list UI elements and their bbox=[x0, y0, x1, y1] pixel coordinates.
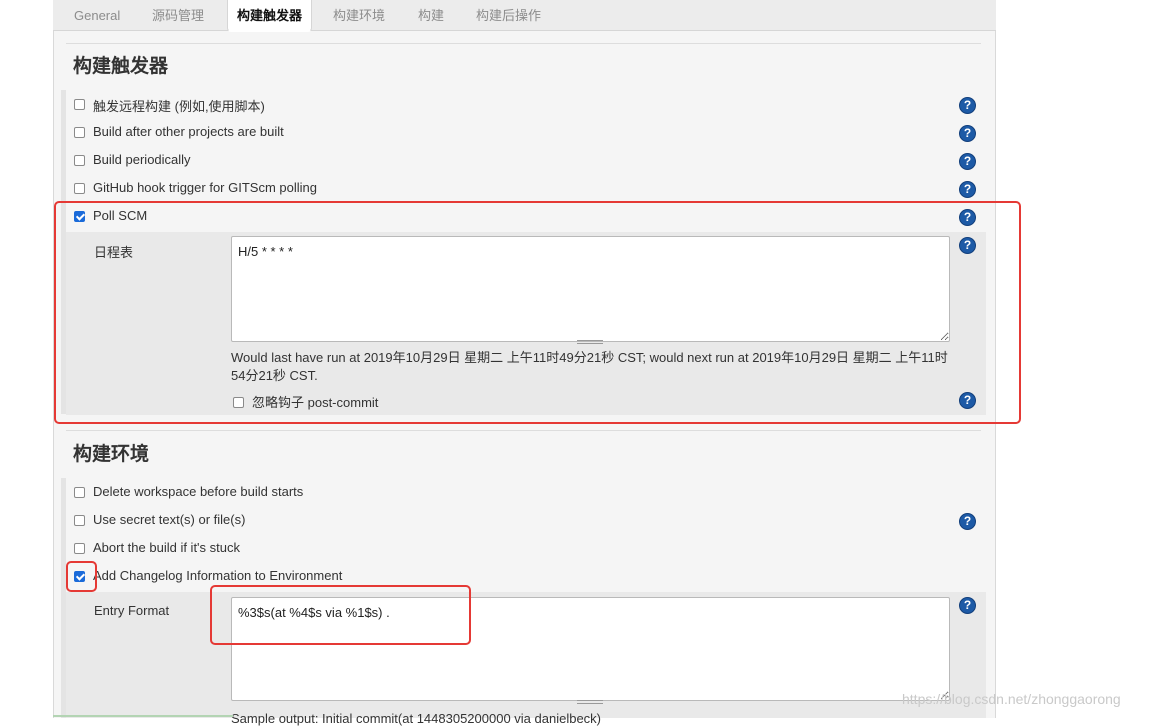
help-icon[interactable]: ? bbox=[959, 597, 976, 614]
abort-stuck-label: Abort the build if it's stuck bbox=[93, 540, 240, 555]
trigger-github-hook-checkbox[interactable] bbox=[74, 183, 85, 194]
trigger-poll-scm[interactable]: Poll SCM bbox=[74, 208, 374, 228]
env-abort-stuck[interactable]: Abort the build if it's stuck bbox=[74, 540, 374, 560]
section-title-triggers: 构建触发器 bbox=[73, 56, 169, 77]
ignore-hooks-label: 忽略钩子 post-commit bbox=[252, 395, 379, 410]
secret-text-checkbox[interactable] bbox=[74, 515, 85, 526]
env-delete-workspace[interactable]: Delete workspace before build starts bbox=[74, 484, 374, 504]
help-icon[interactable]: ? bbox=[959, 181, 976, 198]
trigger-after-other-label: Build after other projects are built bbox=[93, 124, 284, 139]
trigger-remote[interactable]: 触发远程构建 (例如,使用脚本) bbox=[74, 96, 374, 116]
schedule-textarea[interactable]: H/5 * * * * bbox=[231, 236, 950, 342]
entry-format-textarea[interactable]: %3$s(at %4$s via %1$s) . bbox=[231, 597, 950, 701]
help-icon[interactable]: ? bbox=[959, 392, 976, 409]
tab-general[interactable]: General bbox=[74, 0, 120, 31]
delete-workspace-checkbox[interactable] bbox=[74, 487, 85, 498]
entry-format-label: Entry Format bbox=[94, 603, 170, 618]
trigger-remote-checkbox[interactable] bbox=[74, 99, 85, 110]
trigger-periodic[interactable]: Build periodically bbox=[74, 152, 374, 172]
env-add-changelog[interactable]: Add Changelog Information to Environment bbox=[74, 568, 374, 588]
help-icon[interactable]: ? bbox=[959, 209, 976, 226]
help-icon[interactable]: ? bbox=[959, 153, 976, 170]
trigger-remote-label: 触发远程构建 (例如,使用脚本) bbox=[93, 99, 265, 114]
tab-build-environment[interactable]: 构建环境 bbox=[333, 0, 385, 31]
schedule-label: 日程表 bbox=[94, 245, 134, 260]
add-changelog-label: Add Changelog Information to Environment bbox=[93, 568, 343, 583]
watermark: https://blog.csdn.net/zhonggaorong bbox=[902, 691, 1121, 707]
help-icon[interactable]: ? bbox=[959, 237, 976, 254]
status-line bbox=[53, 715, 233, 717]
ignore-hooks-checkbox[interactable] bbox=[233, 397, 244, 408]
trigger-after-other-checkbox[interactable] bbox=[74, 127, 85, 138]
add-changelog-checkbox[interactable] bbox=[74, 571, 85, 582]
schedule-info: Would last have run at 2019年10月29日 星期二 上… bbox=[231, 350, 948, 383]
poll-scm-checkbox[interactable] bbox=[74, 211, 85, 222]
section-title-build-environment: 构建环境 bbox=[73, 444, 150, 465]
delete-workspace-label: Delete workspace before build starts bbox=[93, 484, 304, 499]
help-icon[interactable]: ? bbox=[959, 97, 976, 114]
tab-scm[interactable]: 源码管理 bbox=[152, 0, 204, 31]
tab-post-build[interactable]: 构建后操作 bbox=[476, 0, 541, 31]
sample-output: Sample output: Initial commit(at 1448305… bbox=[231, 711, 602, 726]
tab-build[interactable]: 构建 bbox=[418, 0, 444, 31]
trigger-after-other[interactable]: Build after other projects are built bbox=[74, 124, 374, 144]
help-icon[interactable]: ? bbox=[959, 513, 976, 530]
secret-text-label: Use secret text(s) or file(s) bbox=[93, 512, 246, 527]
env-secret-text[interactable]: Use secret text(s) or file(s) bbox=[74, 512, 374, 532]
tab-build-triggers[interactable]: 构建触发器 bbox=[227, 0, 313, 32]
poll-scm-label: Poll SCM bbox=[93, 208, 148, 223]
trigger-periodic-label: Build periodically bbox=[93, 152, 191, 167]
section-divider bbox=[66, 43, 981, 44]
abort-stuck-checkbox[interactable] bbox=[74, 543, 85, 554]
trigger-periodic-checkbox[interactable] bbox=[74, 155, 85, 166]
ignore-post-commit-hooks[interactable]: 忽略钩子 post-commit bbox=[233, 392, 433, 412]
trigger-github-hook-label: GitHub hook trigger for GITScm polling bbox=[93, 180, 317, 195]
help-icon[interactable]: ? bbox=[959, 125, 976, 142]
trigger-github-hook[interactable]: GitHub hook trigger for GITScm polling bbox=[74, 180, 374, 200]
resize-grip[interactable] bbox=[577, 340, 603, 344]
resize-grip[interactable] bbox=[577, 700, 603, 704]
section-divider bbox=[66, 430, 981, 431]
